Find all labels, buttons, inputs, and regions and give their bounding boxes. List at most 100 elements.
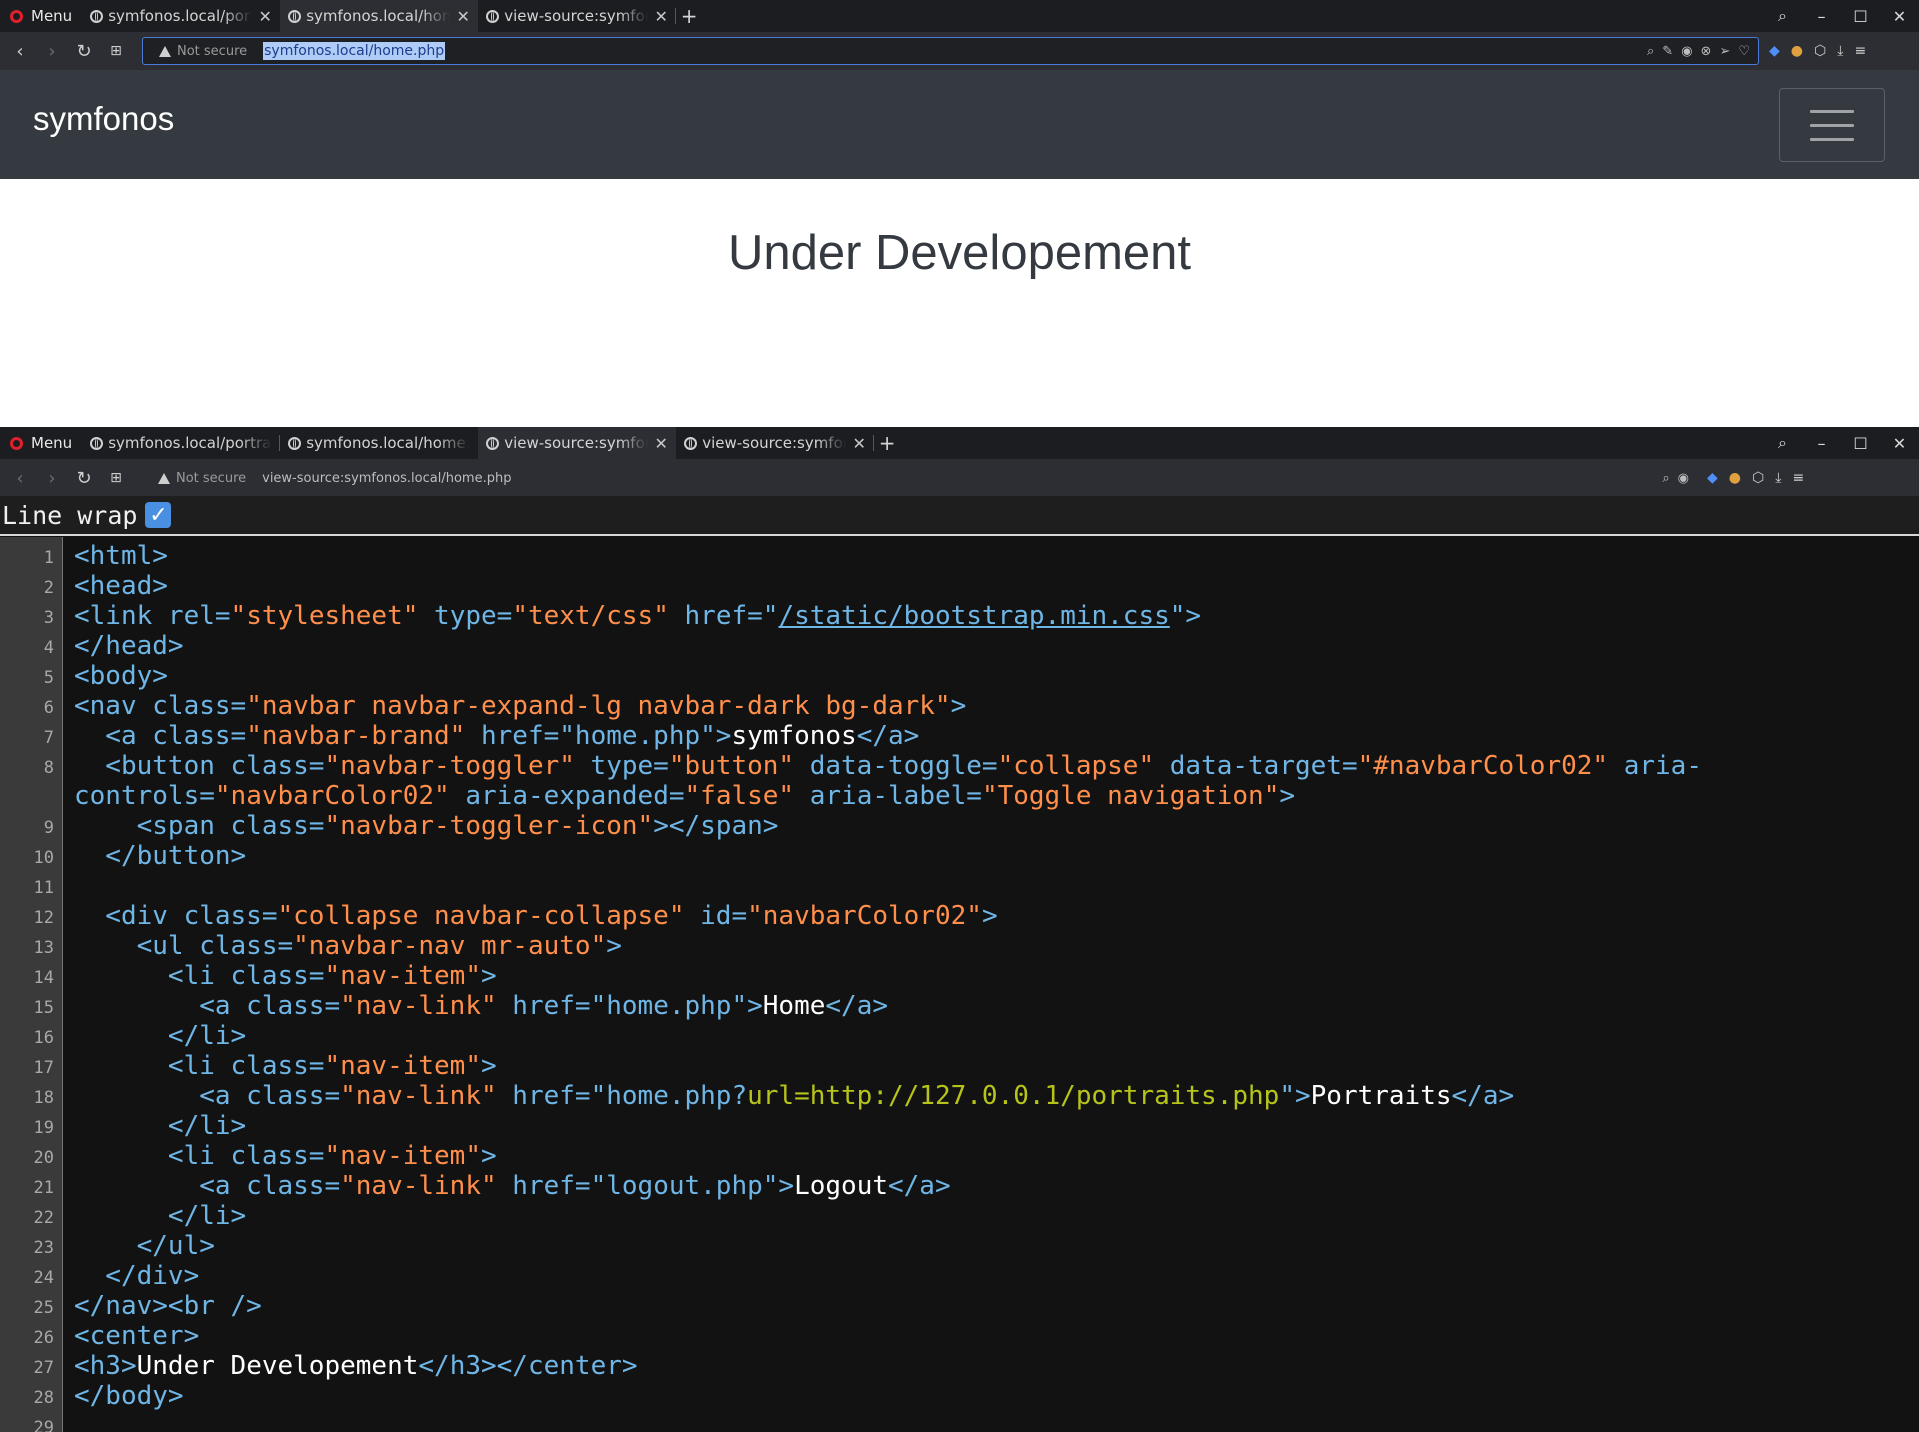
snapshot-icon[interactable]: ◉ <box>1681 44 1692 59</box>
line-code: <a class="nav-link" href="home.php">Home… <box>74 991 888 1021</box>
line-number: 29 <box>33 1418 54 1432</box>
line-number: 3 <box>43 608 54 628</box>
url-text[interactable]: symfonos.local/home.php <box>263 42 446 60</box>
code-token: <li class= <box>74 1051 325 1081</box>
close-tab-icon[interactable]: ✕ <box>654 7 668 26</box>
code-token: "navbar navbar-expand-lg navbar-dark bg-… <box>246 691 951 721</box>
tab-home[interactable]: symfonos.local/home.php ✕ <box>280 0 479 32</box>
search-icon[interactable]: ⌕ <box>1662 471 1669 486</box>
source-line: 6 <nav class="navbar navbar-expand-lg nav… <box>0 691 1919 721</box>
close-tab-icon[interactable]: ✕ <box>258 7 272 26</box>
reload-icon[interactable]: ↻ <box>68 468 100 489</box>
line-number: 18 <box>33 1088 54 1108</box>
navbar-toggler-button[interactable] <box>1779 88 1885 162</box>
easy-setup-icon[interactable]: ≡ <box>1792 470 1804 486</box>
cube-icon[interactable]: ⬡ <box>1814 43 1826 59</box>
tab-title: view-source:symfonos.local/home.php <box>504 434 648 452</box>
snapshot-icon[interactable]: ◉ <box>1678 471 1689 486</box>
cookie-icon[interactable]: ● <box>1729 470 1741 486</box>
code-token: Logout <box>794 1171 888 1201</box>
vpn-icon[interactable]: ◆ <box>1769 43 1780 59</box>
code-token: </li> <box>74 1021 247 1051</box>
minimize-icon[interactable]: – <box>1802 0 1841 32</box>
forward-icon[interactable]: › <box>36 41 68 62</box>
line-number: 11 <box>33 878 54 898</box>
vpn-icon[interactable]: ◆ <box>1707 470 1718 486</box>
maximize-icon[interactable]: ☐ <box>1841 427 1880 459</box>
line-code: controls="navbarColor02" aria-expanded="… <box>74 781 1295 811</box>
tab-bar-bottom: Menu symfonos.local/portraits.php symfon… <box>0 427 1919 459</box>
source-line: 7 <a class="navbar-brand" href="home.php… <box>0 721 1919 751</box>
maximize-icon[interactable]: ☐ <box>1841 0 1880 32</box>
close-window-icon[interactable]: ✕ <box>1880 427 1919 459</box>
search-icon[interactable]: ⌕ <box>1647 44 1654 59</box>
easy-setup-icon[interactable]: ≡ <box>1854 43 1866 59</box>
url-text[interactable]: view-source:symfonos.local/home.php <box>262 471 511 486</box>
tab-search-icon[interactable]: ⌕ <box>1763 0 1802 32</box>
code-token: "navbar-toggler-icon" <box>324 811 654 841</box>
not-secure-indicator[interactable]: Not secure <box>159 44 247 59</box>
tab-portraits[interactable]: symfonos.local/portraits.php <box>82 427 281 459</box>
code-token: "navbarColor02" <box>214 781 450 811</box>
speed-dial-icon[interactable]: ⊞ <box>100 470 132 486</box>
tab-search-icon[interactable]: ⌕ <box>1763 427 1802 459</box>
send-icon[interactable]: ➢ <box>1719 44 1730 59</box>
block-icon[interactable]: ⊗ <box>1701 44 1712 59</box>
code-token: </li> <box>74 1201 247 1231</box>
new-tab-button[interactable]: + <box>874 431 900 455</box>
code-token: <center> <box>74 1321 200 1351</box>
close-tab-icon[interactable]: ✕ <box>456 7 470 26</box>
opera-menu-button[interactable]: Menu <box>0 0 82 32</box>
line-code: </div> <box>74 1261 199 1291</box>
code-token: id= <box>684 901 748 931</box>
navbar-brand-link[interactable]: symfonos <box>33 100 174 138</box>
cube-icon[interactable]: ⬡ <box>1752 470 1764 486</box>
url-field[interactable]: Not secure view-source:symfonos.local/ho… <box>142 464 1697 492</box>
tab-view-source[interactable]: view-source:symfonos.local/home.php ✕ <box>478 0 677 32</box>
download-icon[interactable]: ⤓ <box>1775 470 1781 486</box>
code-token: aria-expanded= <box>449 781 685 811</box>
line-code: </nav><br /> <box>74 1291 262 1321</box>
cookie-icon[interactable]: ● <box>1791 43 1803 59</box>
code-token: </ul> <box>74 1231 215 1261</box>
line-code: <html> <box>74 541 168 571</box>
line-code: <a class="nav-link" href="home.php?url=h… <box>74 1081 1514 1111</box>
close-tab-icon[interactable]: ✕ <box>654 434 668 453</box>
line-number: 19 <box>33 1118 54 1138</box>
opera-menu-button[interactable]: Menu <box>0 427 82 459</box>
tab-view-source[interactable]: view-source:symfonos.local/home.php ✕ <box>676 427 875 459</box>
forward-icon[interactable]: › <box>36 468 68 489</box>
url-actions: ⌕ ✎ ◉ ⊗ ➢ ♡ <box>1647 44 1750 59</box>
close-tab-icon[interactable]: ✕ <box>852 434 866 453</box>
back-icon[interactable]: ‹ <box>4 468 36 489</box>
reload-icon[interactable]: ↻ <box>68 41 100 62</box>
download-icon[interactable]: ⤓ <box>1837 43 1843 59</box>
speed-dial-icon[interactable]: ⊞ <box>100 43 132 59</box>
code-token: href=" <box>668 601 779 631</box>
tab-portraits[interactable]: symfonos.local/portraits.php ✕ <box>82 0 280 32</box>
url-field[interactable]: Not secure symfonos.local/home.php ⌕ ✎ ◉… <box>142 37 1759 65</box>
source-line: 17 <li class="nav-item"> <box>0 1051 1919 1081</box>
code-token: "collapse" <box>997 751 1155 781</box>
line-wrap-checkbox[interactable]: ✓ <box>145 502 172 528</box>
edit-icon[interactable]: ✎ <box>1662 44 1673 59</box>
source-line: 8 <button class="navbar-toggler" type="b… <box>0 751 1919 781</box>
not-secure-indicator[interactable]: Not secure <box>158 471 246 486</box>
tab-title: symfonos.local/portraits.php <box>108 434 272 452</box>
line-code: <a class="nav-link" href="logout.php">Lo… <box>74 1171 950 1201</box>
stylesheet-link[interactable]: /static/bootstrap.min.css <box>778 601 1169 631</box>
back-icon[interactable]: ‹ <box>4 41 36 62</box>
source-line: 27 <h3>Under Developement</h3></center> <box>0 1351 1919 1381</box>
code-token: </a> <box>856 721 920 751</box>
tab-separator <box>873 435 875 451</box>
menu-label: Menu <box>31 434 73 452</box>
close-window-icon[interactable]: ✕ <box>1880 0 1919 32</box>
tab-home[interactable]: symfonos.local/home.php <box>280 427 478 459</box>
new-tab-button[interactable]: + <box>676 4 702 28</box>
heart-icon[interactable]: ♡ <box>1738 44 1750 59</box>
code-token: > <box>1279 781 1296 811</box>
globe-icon <box>684 436 698 450</box>
minimize-icon[interactable]: – <box>1802 427 1841 459</box>
tab-view-source-active[interactable]: view-source:symfonos.local/home.php ✕ <box>478 427 677 459</box>
code-token: data-target= <box>1154 751 1358 781</box>
